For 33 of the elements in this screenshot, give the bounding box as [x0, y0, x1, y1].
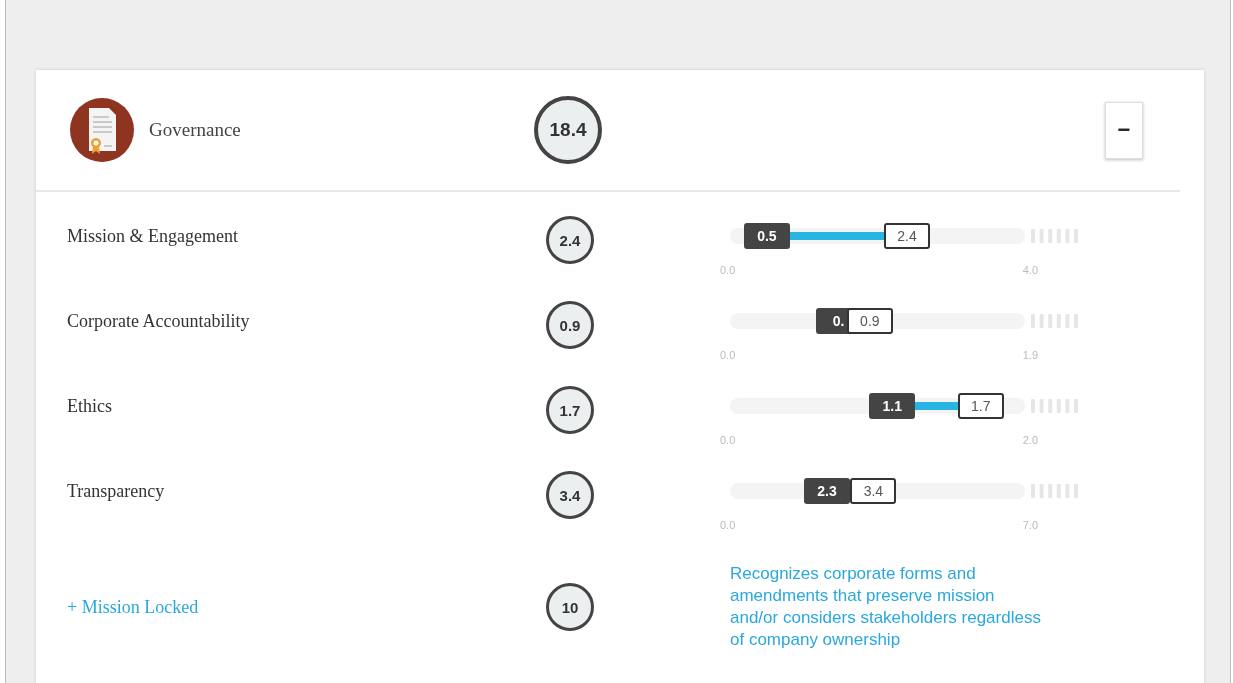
- score-badge: 0.9: [546, 301, 594, 349]
- metric-label: Corporate Accountability: [67, 311, 251, 332]
- dash-marks-drawing: [1031, 314, 1079, 328]
- score-badge: 2.4: [546, 216, 594, 264]
- low-marker: 1.1: [869, 393, 916, 419]
- metric-label: Mission & Engagement: [67, 226, 239, 247]
- axis-min-label: 0.0: [720, 519, 736, 531]
- axis-max-label: 2.0: [1022, 434, 1038, 446]
- metric-label: Transparency: [67, 481, 166, 502]
- section-title: Governance: [149, 119, 242, 141]
- dash-marks-drawing: [1031, 484, 1079, 498]
- high-marker: 2.4: [884, 223, 930, 249]
- score-badge: 3.4: [546, 471, 594, 519]
- metric-label: Ethics: [67, 396, 113, 417]
- collapse-button[interactable]: −: [1105, 101, 1143, 159]
- low-marker: 0.5: [743, 223, 790, 249]
- high-marker: 3.4: [850, 478, 897, 504]
- low-marker: 2.3: [804, 478, 851, 504]
- dash-marks-drawing: [1031, 229, 1079, 243]
- certificate-icon: [70, 98, 134, 162]
- axis-min-label: 0.0: [720, 349, 736, 361]
- axis-min-label: 0.0: [720, 434, 736, 446]
- score-badge: 1.7: [546, 386, 594, 434]
- description-text: Recognizes corporate forms and amendments that preserve mission and/or considers stakeholders regardless of company ownership: [730, 562, 1042, 652]
- dash-marks-drawing: [1031, 399, 1079, 413]
- high-marker: 1.7: [957, 393, 1004, 419]
- score-badge: 18.4: [534, 96, 602, 164]
- axis-max-label: 4.0: [1022, 264, 1038, 276]
- axis-min-label: 0.0: [720, 264, 736, 276]
- axis-max-label: 1.9: [1022, 349, 1038, 361]
- score-badge: 10: [546, 583, 594, 631]
- axis-max-label: 7.0: [1022, 519, 1038, 531]
- high-marker: 0.9: [846, 308, 893, 334]
